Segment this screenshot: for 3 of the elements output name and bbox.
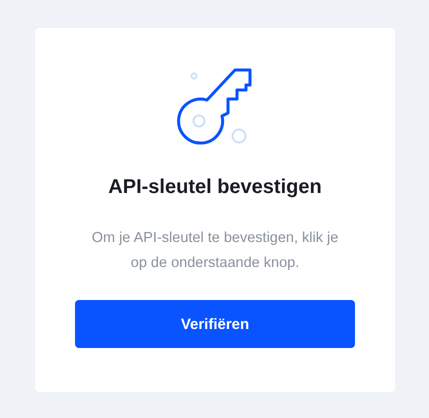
verify-button[interactable]: Verifiëren <box>75 300 355 348</box>
card-title: API-sleutel bevestigen <box>108 175 322 200</box>
description-text: Om je API-sleutel te bevestigen, klik je op de onderstaande knop. <box>90 229 340 273</box>
